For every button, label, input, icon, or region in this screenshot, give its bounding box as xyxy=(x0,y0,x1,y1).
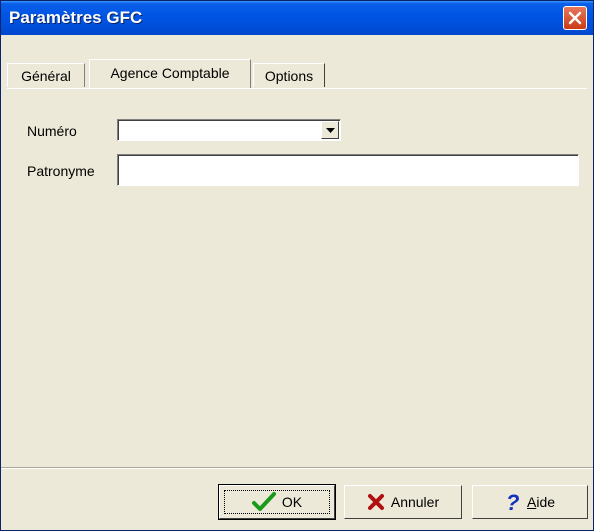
patronyme-label: Patronyme xyxy=(27,163,95,179)
checkmark-icon xyxy=(251,492,276,511)
help-button[interactable]: ? Aide xyxy=(472,485,588,519)
svg-text:?: ? xyxy=(506,491,519,513)
tab-options-label: Options xyxy=(264,68,314,84)
ok-button[interactable]: OK xyxy=(218,484,336,520)
tab-agence-comptable[interactable]: Agence Comptable xyxy=(89,59,251,89)
tab-options[interactable]: Options xyxy=(253,63,325,87)
numero-combobox[interactable] xyxy=(117,119,341,141)
dialog-window: Paramètres GFC Général Agence Comptable … xyxy=(0,0,594,531)
title-bar[interactable]: Paramètres GFC xyxy=(1,1,593,35)
numero-dropdown-button[interactable] xyxy=(321,121,339,139)
close-icon xyxy=(568,11,582,25)
patronyme-input[interactable] xyxy=(117,154,579,186)
question-icon: ? xyxy=(506,491,519,513)
help-label-rest: ide xyxy=(536,494,556,510)
help-label-accesskey: A xyxy=(526,494,537,510)
x-icon xyxy=(367,494,384,510)
help-label: Aide xyxy=(527,494,555,510)
cancel-button[interactable]: Annuler xyxy=(344,485,462,519)
tab-general[interactable]: Général xyxy=(7,63,85,87)
ok-label: OK xyxy=(281,494,303,510)
chevron-down-icon xyxy=(326,128,335,133)
close-button[interactable] xyxy=(563,6,587,30)
tab-agence-comptable-label: Agence Comptable xyxy=(110,65,230,81)
cancel-label: Annuler xyxy=(390,494,440,510)
tab-general-label: Général xyxy=(21,68,71,84)
window-title: Paramètres GFC xyxy=(9,8,143,27)
numero-label: Numéro xyxy=(27,123,77,139)
tab-panel xyxy=(7,88,587,469)
